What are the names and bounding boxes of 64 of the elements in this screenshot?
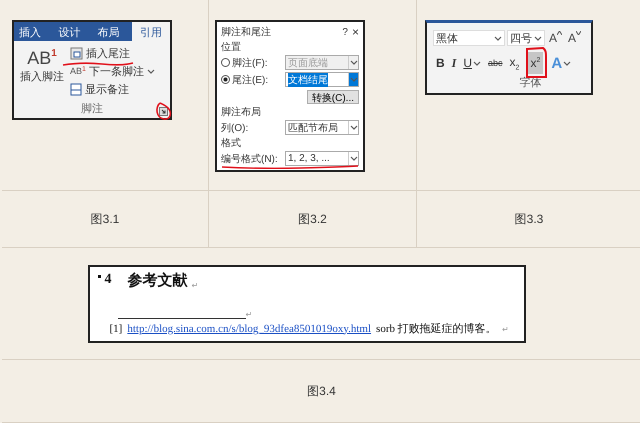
figure-caption: 图3.2 (298, 210, 327, 228)
shrink-font-button[interactable]: A (566, 31, 584, 45)
strikethrough-button[interactable]: abc (485, 52, 506, 74)
section-heading: 格式 (221, 136, 241, 150)
bold-button[interactable]: B (433, 52, 448, 74)
bullet-mark (98, 274, 100, 278)
endnote-icon (70, 46, 83, 60)
figure-caption: 图3.3 (514, 210, 544, 228)
caret-icon (534, 36, 542, 40)
subscript-button[interactable]: x$_{2}$ (506, 52, 522, 74)
dialog-launcher-icon[interactable] (159, 107, 168, 116)
footnote-text: sorb 打败拖延症的博客。 (376, 322, 497, 336)
up-caret-icon (557, 31, 562, 35)
show-notes-button[interactable]: 显示备注 (68, 80, 131, 98)
section-heading: 参考文献 (128, 270, 188, 290)
field-label: 列(O): (221, 122, 250, 134)
font-size-field[interactable]: 四号 (507, 30, 545, 46)
dropdown-field[interactable]: 1, 2, 3, ... (285, 151, 359, 166)
caret-icon (494, 36, 502, 40)
italic-button[interactable]: I (448, 52, 460, 74)
font-name-field[interactable]: 黑体 (433, 30, 505, 46)
return-mark: ↵ (502, 324, 509, 334)
caret-icon (350, 156, 358, 161)
group-label: 字体 (520, 77, 542, 89)
notes-icon (70, 82, 82, 96)
down-caret-icon (576, 31, 582, 35)
underline-button[interactable]: U (460, 52, 484, 74)
ribbon-tab[interactable]: 引用 (132, 22, 170, 41)
grow-font-button[interactable]: A (547, 31, 564, 45)
dialog-title: 脚注和尾注 (221, 26, 272, 39)
section-heading: 位置 (221, 40, 241, 54)
caret-icon (563, 60, 572, 66)
close-button[interactable]: × (352, 25, 359, 39)
footnote-number: [1] (110, 322, 122, 334)
figure-caption: 图3.1 (90, 210, 120, 228)
caret-icon (350, 60, 358, 65)
convert-button[interactable]: 转换(C)... (306, 90, 359, 104)
caret-icon (350, 77, 358, 82)
ribbon-tab[interactable]: 设计 (53, 22, 86, 41)
superscript-button[interactable]: x$^{2}$ (527, 52, 544, 74)
caret-icon (146, 68, 155, 74)
heading-number: 4 (104, 272, 112, 288)
dropdown-field[interactable]: 文档结尾 (285, 72, 359, 87)
radio-label: 脚注(F): (232, 56, 268, 70)
next-footnote-button[interactable]: AB$^{1}$ 下一条脚注 (68, 62, 157, 80)
group-label: 脚注 (81, 102, 103, 116)
insert-endnote-button[interactable]: 插入尾注 (68, 44, 132, 62)
section-heading: 脚注布局 (221, 106, 261, 119)
insert-footnote-button[interactable]: AB$^{1}$ 插入脚注 (18, 44, 66, 98)
dropdown-field[interactable]: 匹配节布局 (285, 120, 359, 135)
caret-icon (473, 60, 482, 66)
caret-icon (350, 125, 358, 130)
dropdown-field: 页面底端 (285, 55, 359, 70)
return-mark: ↵ (192, 280, 198, 290)
ribbon-tab[interactable]: 布局 (92, 22, 125, 41)
radio-label: 尾注(E): (232, 74, 268, 86)
footnote-link[interactable]: http://blog.sina.com.cn/s/blog_93dfea8501019oxy.html (127, 322, 372, 334)
field-label: 编号格式(N): (221, 152, 279, 166)
ribbon-tab[interactable]: 插入 (14, 22, 46, 41)
radio-button[interactable] (221, 75, 230, 84)
return-mark: ↵ (246, 310, 252, 318)
radio-button[interactable] (221, 58, 230, 67)
help-button[interactable]: ? (342, 26, 348, 38)
figure-caption: 图3.4 (307, 382, 336, 400)
